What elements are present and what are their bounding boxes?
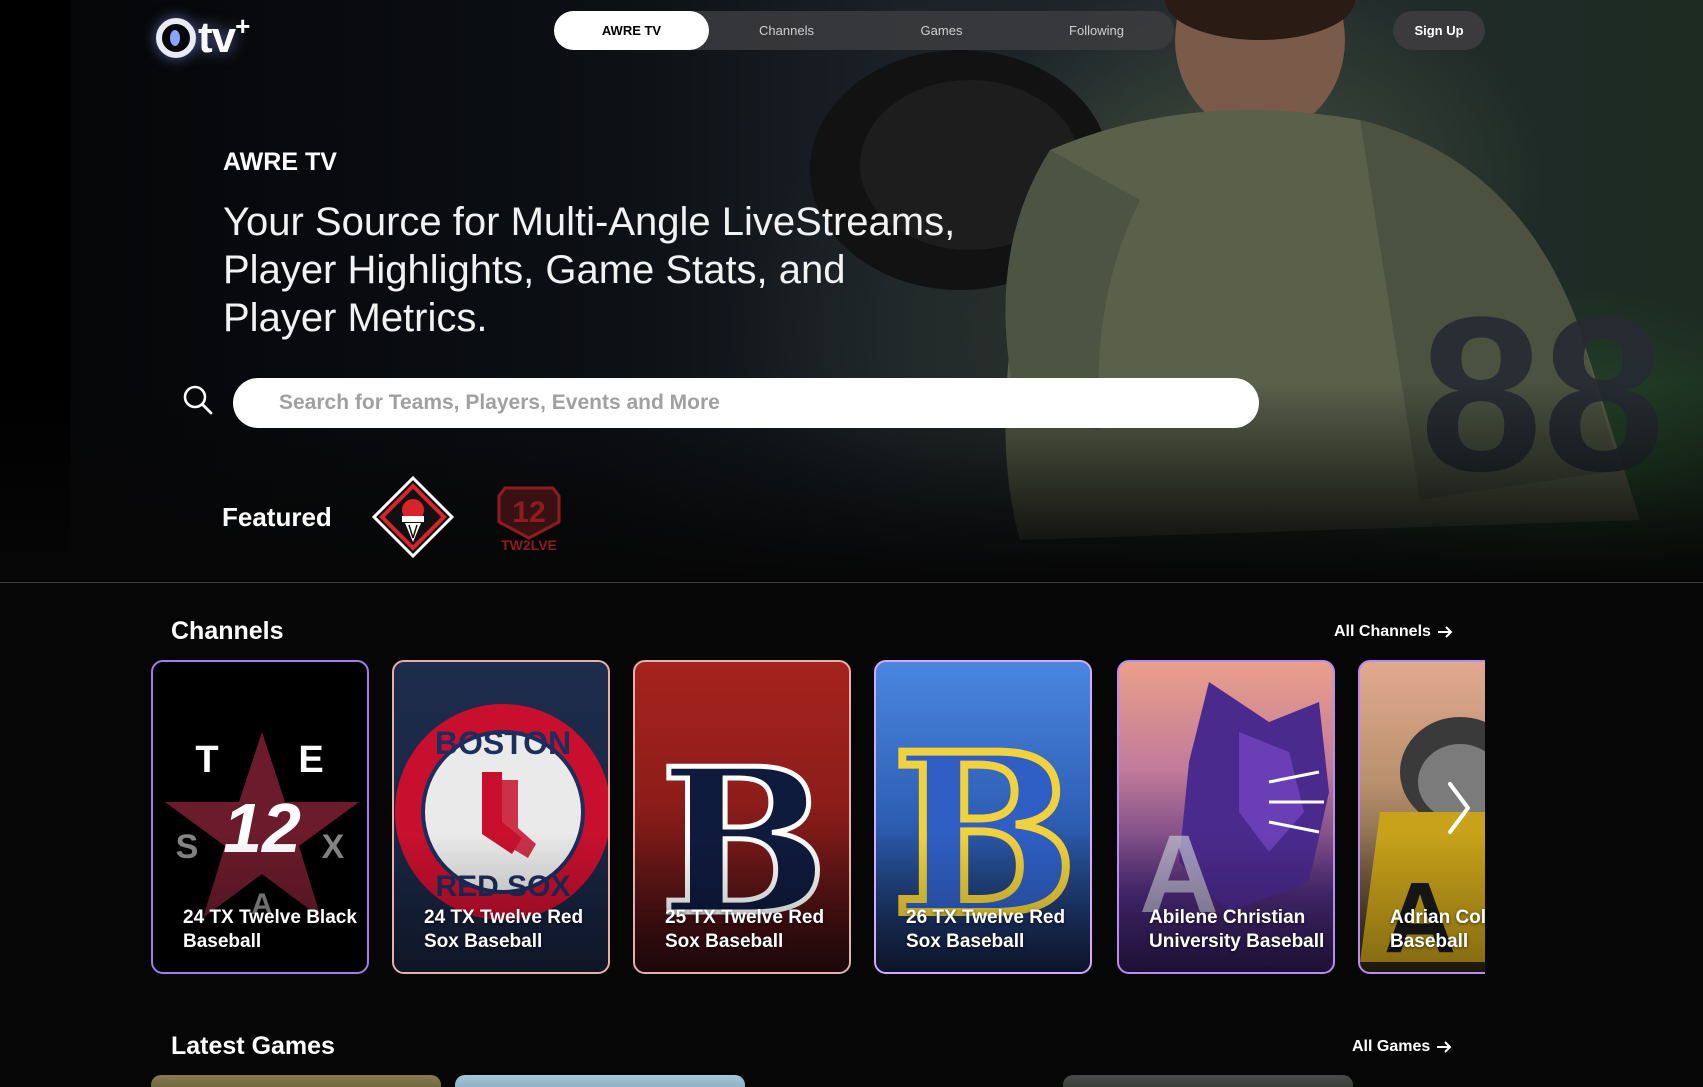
channel-card[interactable]: BOSTON RED SOX 24 TX Twelve Red Sox Base… — [392, 660, 610, 974]
featured-logo-twelve-text: TW2LVE — [501, 537, 557, 553]
game-thumbnail[interactable] — [151, 1075, 441, 1087]
all-games-label: All Games — [1352, 1038, 1431, 1055]
featured-logo-twelve[interactable]: 12 TW2LVE — [493, 482, 565, 554]
sign-up-button[interactable]: Sign Up — [1393, 11, 1485, 50]
search-icon[interactable] — [182, 384, 214, 416]
all-channels-link[interactable]: All Channels — [1334, 623, 1453, 641]
tab-channels[interactable]: Channels — [709, 11, 864, 50]
channels-carousel: 12 T E S X A 24 TX Twelve Black Baseball… — [150, 655, 1485, 985]
hero-divider — [0, 582, 1703, 583]
hero-tagline: Your Source for Multi-Angle LiveStreams,… — [223, 200, 956, 340]
tab-following[interactable]: Following — [1019, 11, 1174, 50]
hero-brand-title: AWRE TV — [223, 148, 337, 176]
logo-ring-icon — [156, 18, 196, 58]
game-thumbnail[interactable] — [1063, 1075, 1353, 1087]
twelve-shield-icon: 12 TW2LVE — [497, 486, 561, 553]
search-input[interactable] — [279, 391, 1259, 415]
latest-games-section-title: Latest Games — [171, 1032, 335, 1060]
svg-text:BOSTON: BOSTON — [435, 725, 571, 761]
channel-card[interactable]: B 25 TX Twelve Red Sox Baseball — [633, 660, 851, 974]
channel-card-title: 24 TX Twelve Red Sox Baseball — [424, 907, 584, 952]
all-games-link[interactable]: All Games — [1352, 1038, 1452, 1056]
channels-section-title: Channels — [171, 617, 284, 645]
tab-awre-tv[interactable]: AWRE TV — [554, 11, 709, 50]
featured-label: Featured — [222, 502, 332, 532]
search-bar — [233, 378, 1259, 428]
game-thumbnail[interactable] — [455, 1075, 745, 1087]
main-nav: AWRE TV Channels Games Following — [554, 11, 1174, 50]
svg-text:12: 12 — [512, 496, 545, 529]
channel-card-title: 26 TX Twelve Red Sox Baseball — [906, 907, 1066, 952]
channel-card[interactable]: A Abilene Christian University Baseball — [1117, 660, 1335, 974]
all-channels-label: All Channels — [1334, 623, 1431, 640]
logo-plus: + — [235, 10, 251, 41]
channel-card[interactable]: B 26 TX Twelve Red Sox Baseball — [874, 660, 1092, 974]
featured-logo-diamond[interactable] — [372, 476, 454, 558]
channel-card-title: 24 TX Twelve Black Baseball — [183, 907, 357, 952]
brand-logo[interactable]: tv + — [156, 10, 276, 62]
channel-card-title: 25 TX Twelve Red Sox Baseball — [665, 907, 825, 952]
arrow-right-icon — [1437, 1041, 1452, 1053]
channel-card-title: Abilene Christian University Baseball — [1149, 907, 1325, 952]
logo-text: tv — [198, 13, 236, 62]
svg-text:E: E — [298, 739, 323, 781]
arrow-right-icon — [1437, 626, 1453, 638]
channel-card[interactable]: 12 T E S X A 24 TX Twelve Black Baseball — [151, 660, 369, 974]
carousel-next-icon[interactable] — [1444, 778, 1474, 838]
channel-card-title: Adrian College Baseball — [1390, 907, 1485, 952]
svg-text:T: T — [195, 739, 218, 781]
tab-games[interactable]: Games — [864, 11, 1019, 50]
